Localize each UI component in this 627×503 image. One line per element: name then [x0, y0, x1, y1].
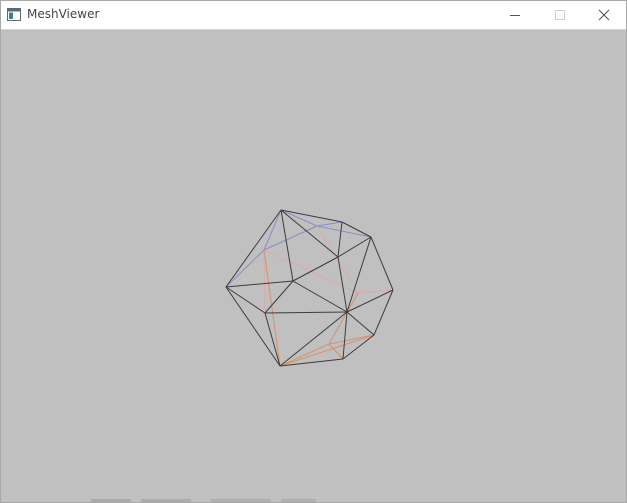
- mesh-edge-front-20: [225, 286, 266, 314]
- mesh-edge-front-0: [280, 209, 343, 223]
- mesh-edge-front-1: [341, 221, 372, 238]
- mesh-edge-front-3: [373, 289, 394, 336]
- title-bar[interactable]: MeshViewer: [1, 1, 626, 30]
- mesh-viewer-window: MeshViewer: [0, 0, 627, 503]
- mesh-edge-back-top-3: [225, 249, 265, 288]
- mesh-edge-back-top-2: [263, 225, 318, 251]
- maximize-icon: [555, 10, 565, 20]
- mesh-edge-front-10: [292, 256, 339, 282]
- mesh-edge-front-21: [264, 312, 281, 367]
- mesh-edge-back-bottom-5: [263, 249, 281, 367]
- close-button[interactable]: [582, 1, 626, 29]
- bottom-edge-artifact: [91, 499, 316, 502]
- mesh-edge-back-bottom-0: [328, 292, 359, 345]
- mesh-edge-front-11: [280, 209, 339, 258]
- close-icon: [598, 9, 610, 21]
- mesh-edge-front-6: [225, 286, 281, 367]
- window-title: MeshViewer: [27, 7, 100, 21]
- mesh-edge-back-top-1: [316, 221, 343, 227]
- app-window-icon: [7, 8, 21, 21]
- mesh-edge-back-top-0: [280, 209, 318, 227]
- mesh-edge-front-24: [279, 311, 348, 367]
- mesh-edge-front-17: [346, 311, 375, 336]
- mesh-edge-back-mid-1: [316, 225, 359, 294]
- maximize-button[interactable]: [538, 1, 582, 29]
- mesh-edge-front-12: [337, 221, 343, 258]
- mesh-edge-front-18: [292, 280, 348, 313]
- minimize-icon: [510, 15, 520, 16]
- mesh-front-edges: [225, 209, 394, 367]
- mesh-edge-front-7: [225, 209, 282, 288]
- mesh-edge-back-bottom-2: [279, 343, 330, 367]
- mesh-edge-front-2: [370, 236, 394, 291]
- mesh-edge-back-top-5: [316, 225, 372, 238]
- mesh-edge-front-23: [264, 311, 348, 314]
- mesh-edge-front-8: [280, 209, 294, 282]
- wireframe-mesh: [225, 209, 394, 367]
- mesh-edge-back-bottom-4: [279, 334, 375, 367]
- minimize-button[interactable]: [493, 1, 537, 29]
- mesh-edge-front-15: [346, 236, 372, 313]
- render-viewport[interactable]: [1, 30, 626, 502]
- mesh-edge-front-9: [225, 280, 294, 288]
